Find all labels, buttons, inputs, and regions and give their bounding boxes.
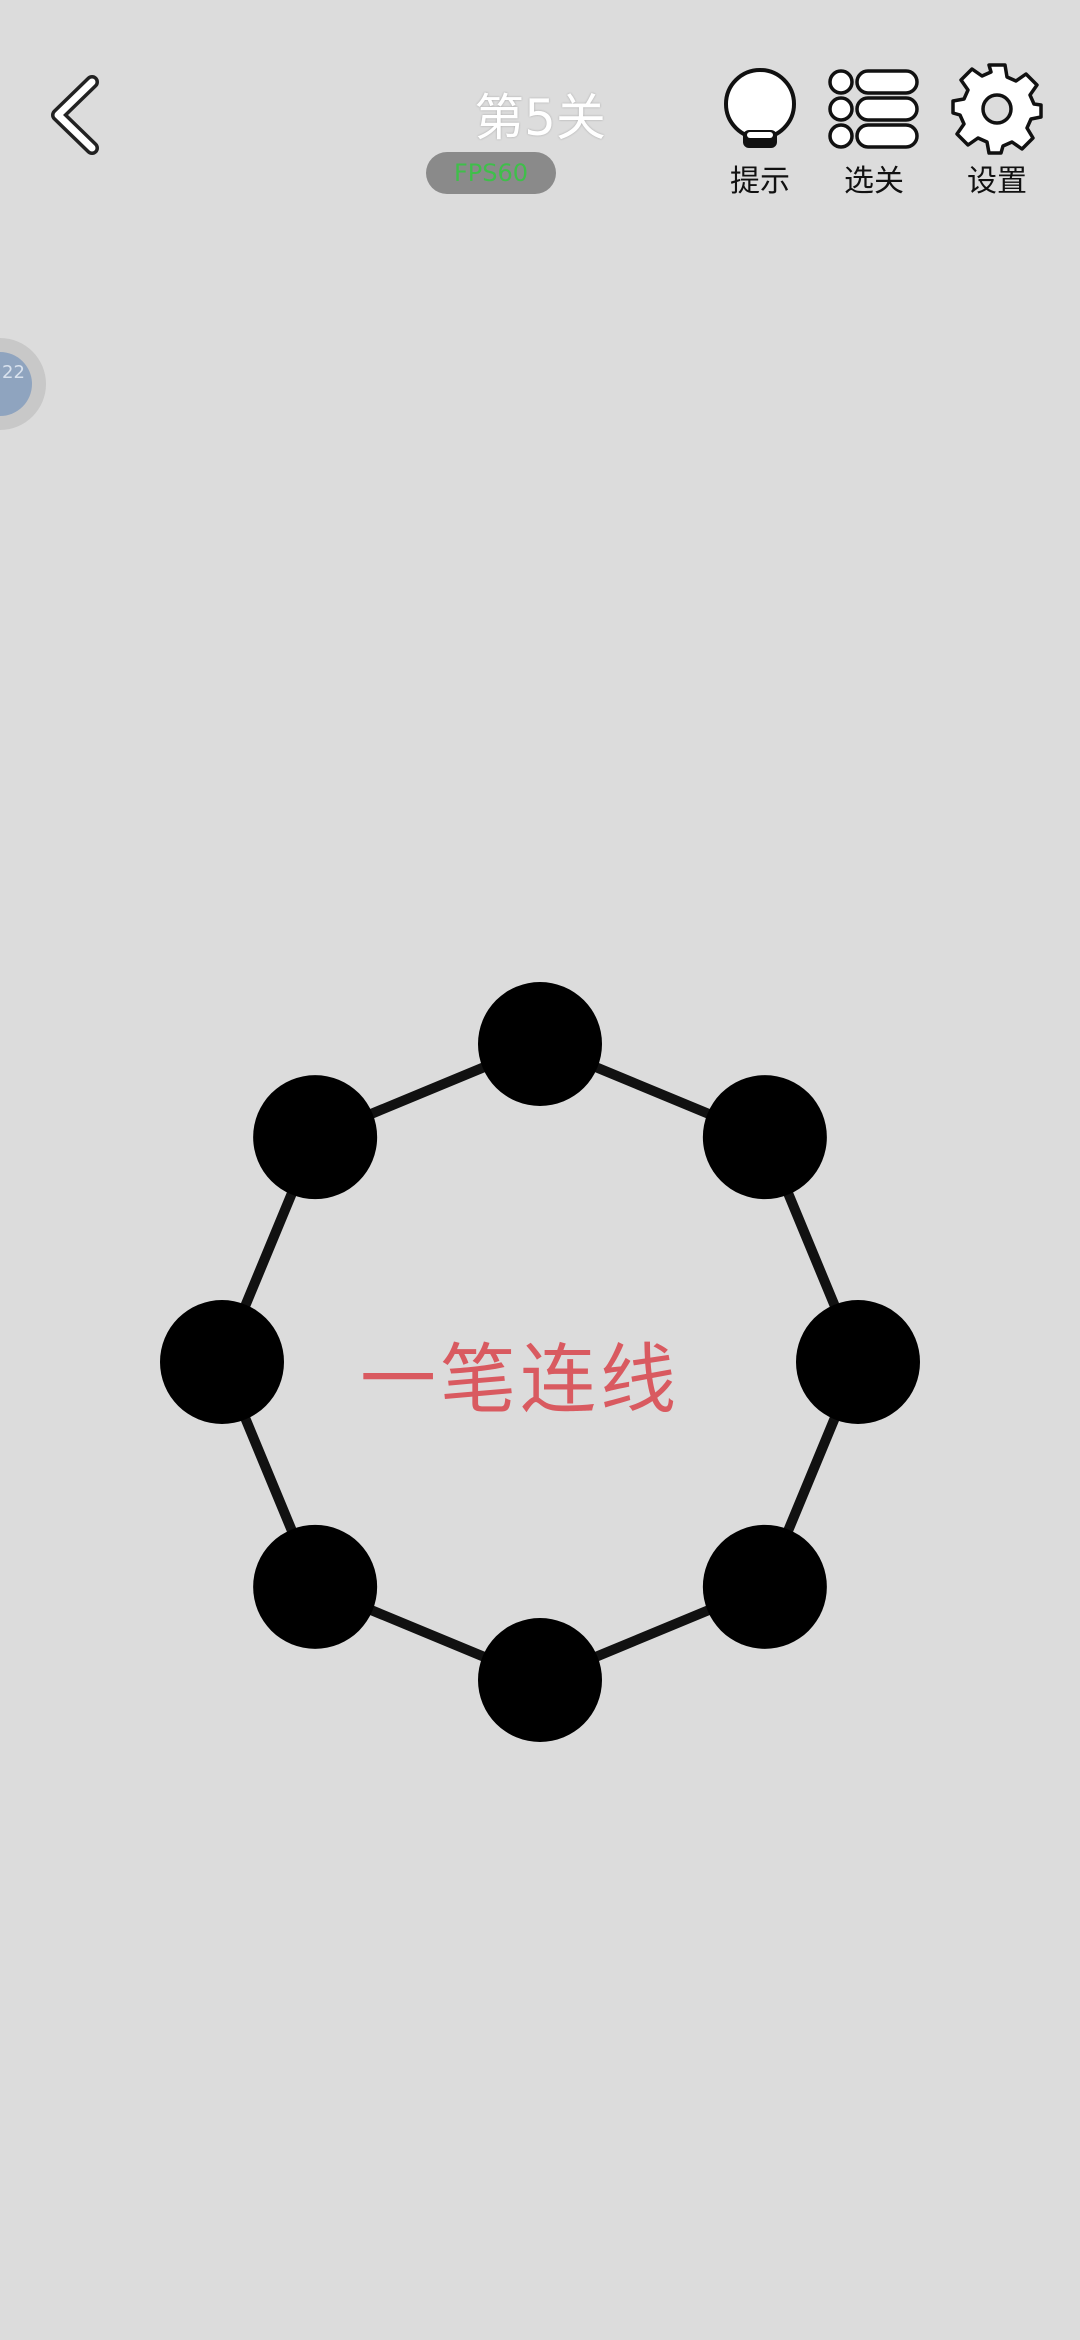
- puzzle-node-3[interactable]: [702, 1524, 827, 1649]
- puzzle-node-6[interactable]: [160, 1300, 284, 1424]
- puzzle-board: [160, 982, 920, 1742]
- puzzle-title: 一笔连线: [360, 1335, 680, 1424]
- puzzle-node-0[interactable]: [478, 982, 602, 1106]
- puzzle-node-2[interactable]: [796, 1300, 920, 1424]
- puzzle-node-5[interactable]: [253, 1524, 378, 1649]
- puzzle-node-4[interactable]: [478, 1618, 602, 1742]
- puzzle-node-7[interactable]: [253, 1075, 378, 1200]
- puzzle-node-1[interactable]: [702, 1075, 827, 1200]
